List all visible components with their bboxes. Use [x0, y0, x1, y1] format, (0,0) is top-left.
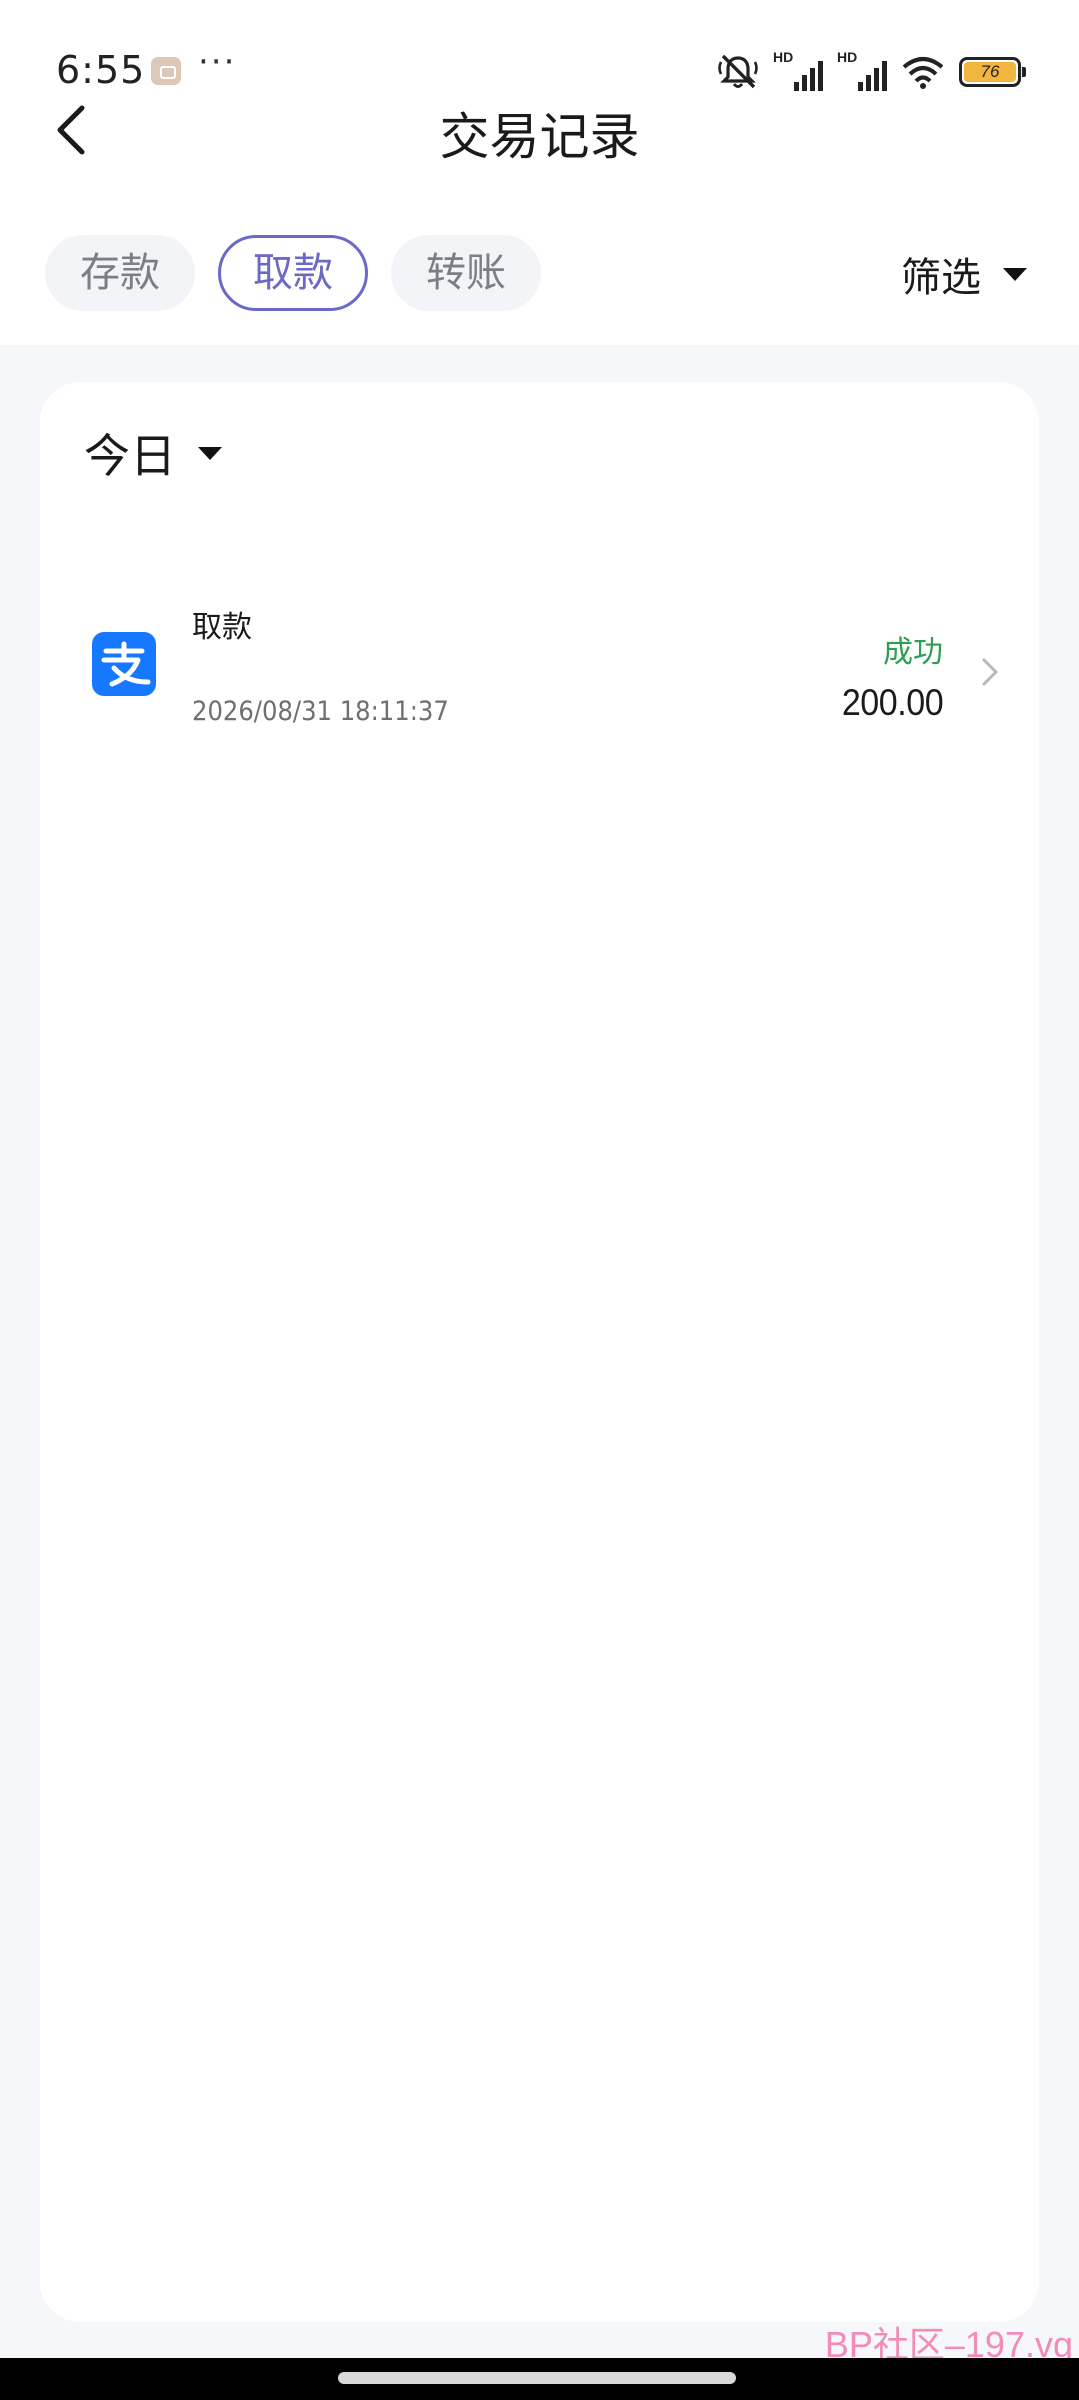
transaction-title: 取款 [192, 610, 252, 645]
tab-deposit[interactable]: 存款 [45, 235, 195, 311]
date-filter-dropdown[interactable]: 今日 [84, 420, 222, 486]
transaction-records-screen: 6:55 ··· HD HD 76 交易记录 存款 取款 转账 筛选 今日 取款… [0, 0, 1079, 2400]
signal-hd-label: HD [837, 49, 858, 65]
signal-icon: HD [773, 49, 823, 91]
filter-button[interactable]: 筛选 [901, 244, 1027, 304]
caret-down-icon [1003, 267, 1027, 281]
transaction-time: 2026/08/31 18:11:37 [192, 696, 449, 727]
more-notifications-icon: ··· [198, 42, 237, 82]
status-time: 6:55 [56, 48, 146, 92]
date-filter-label: 今日 [84, 429, 176, 483]
transaction-amount: 200.00 [841, 682, 944, 723]
signal-icon: HD [837, 49, 887, 91]
signal-hd-label: HD [773, 49, 794, 65]
tab-withdraw[interactable]: 取款 [218, 235, 368, 311]
notification-icon [151, 57, 181, 85]
battery-icon: 76 [959, 57, 1026, 87]
home-indicator[interactable] [338, 2372, 736, 2384]
mute-bell-icon [718, 54, 758, 89]
transaction-row[interactable]: 取款 2026/08/31 18:11:37 成功 200.00 [40, 602, 1039, 762]
chevron-right-icon [982, 658, 998, 686]
status-icons: HD HD 76 [717, 49, 1026, 92]
filter-label: 筛选 [901, 255, 981, 301]
transaction-status: 成功 [883, 635, 943, 670]
transactions-card: 今日 取款 2026/08/31 18:11:37 成功 200.00 [40, 382, 1039, 2322]
caret-down-icon [198, 446, 222, 460]
wifi-icon [902, 57, 944, 89]
page-title: 交易记录 [439, 108, 640, 166]
tab-transfer[interactable]: 转账 [391, 235, 541, 311]
alipay-icon [92, 632, 156, 696]
navigation-bar [0, 2358, 1079, 2400]
battery-level: 76 [964, 62, 1016, 82]
